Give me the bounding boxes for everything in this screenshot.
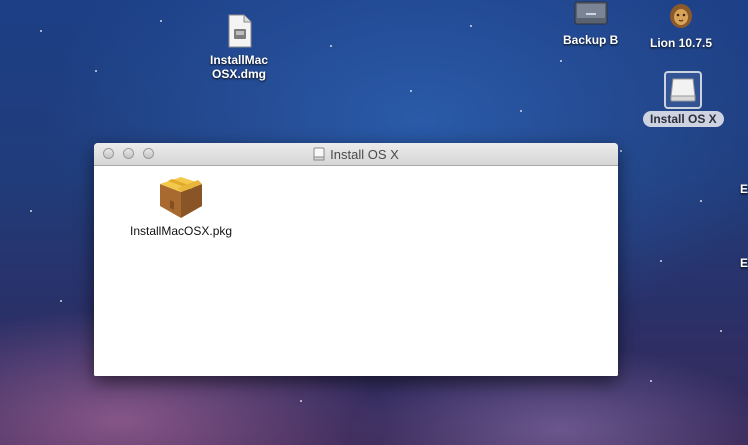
desktop-partial-label: E xyxy=(739,256,748,270)
disk-image-file-icon xyxy=(228,14,252,48)
desktop-icon-label: Install OS X xyxy=(643,111,724,127)
desktop-icon-installmacosx-dmg[interactable]: InstallMac OSX.dmg xyxy=(210,14,268,81)
window-content[interactable]: InstallMacOSX.pkg xyxy=(94,166,618,376)
desktop-icon-selection-frame xyxy=(664,71,703,109)
window-title-group: Install OS X xyxy=(94,143,618,165)
desktop-icon-install-os-x[interactable]: Install OS X xyxy=(643,71,724,127)
volume-proxy-icon[interactable] xyxy=(313,147,325,161)
desktop-icon-lion[interactable]: Lion 10.7.5 xyxy=(650,2,712,50)
desktop-icon-label: Lion 10.7.5 xyxy=(650,36,713,50)
package-icon xyxy=(160,177,203,218)
desktop-icon-label-line1: InstallMac xyxy=(210,53,269,67)
volume-drive-icon xyxy=(670,78,696,102)
finder-window[interactable]: Install OS X InstallMacOSX.pkg xyxy=(94,143,618,376)
desktop-partial-label: E xyxy=(739,182,748,196)
file-item-label: InstallMacOSX.pkg xyxy=(130,224,233,238)
window-title: Install OS X xyxy=(330,146,399,162)
lion-drive-icon xyxy=(670,4,693,28)
file-item-installmacosx-pkg[interactable]: InstallMacOSX.pkg xyxy=(130,176,232,238)
desktop-icon-backup-b[interactable]: Backup B xyxy=(563,0,618,47)
desktop-icon-label-line2: OSX.dmg xyxy=(212,67,267,81)
external-drive-icon xyxy=(574,1,608,25)
window-titlebar[interactable]: Install OS X xyxy=(94,143,618,166)
desktop-icon-label: Backup B xyxy=(563,33,619,47)
